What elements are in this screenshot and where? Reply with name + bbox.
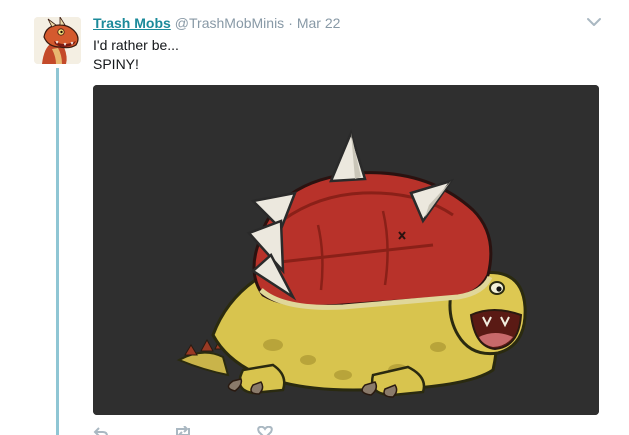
- tweet-text-line-1: I'd rather be...: [93, 37, 179, 53]
- tweet-header: Trash Mobs @TrashMobMinis · Mar 22: [93, 14, 340, 32]
- tweet-date[interactable]: Mar 22: [297, 15, 341, 31]
- like-button[interactable]: [257, 426, 273, 435]
- heart-icon: [257, 426, 273, 435]
- red-dragon-avatar-icon: [34, 17, 81, 64]
- tweet-text-line-2: SPINY!: [93, 56, 139, 72]
- chevron-down-icon: [587, 18, 601, 26]
- retweet-button[interactable]: [173, 426, 193, 435]
- tweet-text: I'd rather be... SPINY!: [93, 36, 179, 74]
- tweet-actions: [93, 426, 353, 435]
- header-separator: ·: [288, 15, 293, 31]
- tweet: Trash Mobs @TrashMobMinis · Mar 22 I'd rath…: [0, 0, 629, 435]
- tweet-menu-button[interactable]: [585, 15, 603, 29]
- tweet-media[interactable]: [93, 85, 599, 415]
- retweet-icon: [176, 426, 190, 435]
- author-handle[interactable]: @TrashMobMinis: [175, 15, 284, 31]
- reply-button[interactable]: [93, 426, 109, 435]
- reply-icon: [93, 427, 108, 435]
- author-name[interactable]: Trash Mobs: [93, 15, 171, 31]
- thread-line: [56, 68, 59, 435]
- avatar[interactable]: [34, 17, 81, 64]
- spiny-turtle-illustration: [93, 85, 599, 415]
